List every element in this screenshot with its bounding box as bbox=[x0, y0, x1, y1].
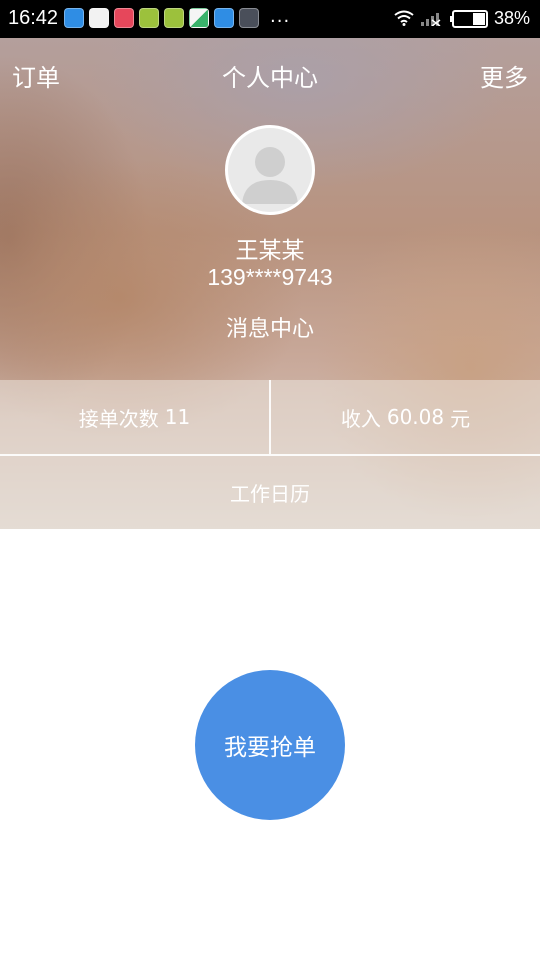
income-cell[interactable]: 收入 60.08 元 bbox=[271, 380, 540, 454]
work-calendar-button[interactable]: 工作日历 bbox=[0, 456, 540, 529]
work-calendar-label: 工作日历 bbox=[230, 482, 310, 506]
user-placeholder-icon bbox=[242, 147, 298, 204]
income-label: 收入 bbox=[340, 406, 381, 431]
book-icon bbox=[139, 8, 159, 28]
stats-row: 接单次数 11 收入 60.08 元 bbox=[0, 380, 540, 454]
app-store-icon bbox=[64, 8, 84, 28]
orders-button[interactable]: 订单 bbox=[12, 58, 60, 93]
page-title: 个人中心 bbox=[222, 64, 318, 92]
battery-icon bbox=[450, 10, 488, 28]
orders-count-label: 接单次数 bbox=[78, 406, 159, 431]
message-center-link[interactable]: 消息中心 bbox=[0, 311, 540, 343]
weibo-icon bbox=[114, 8, 134, 28]
more-button[interactable]: 更多 bbox=[480, 58, 528, 93]
status-time: 16:42 bbox=[8, 7, 59, 29]
youku-icon bbox=[89, 8, 109, 28]
wifi-icon bbox=[394, 10, 414, 26]
battery-percentage: 38% bbox=[494, 8, 531, 28]
income-unit: 元 bbox=[450, 406, 471, 431]
notification-overflow: ... bbox=[270, 6, 291, 27]
grab-order-button[interactable]: 我要抢单 bbox=[195, 670, 345, 820]
username: 王某某 bbox=[235, 238, 305, 264]
signal-icon bbox=[421, 13, 441, 26]
gallery-icon bbox=[239, 8, 259, 28]
grab-order-label: 我要抢单 bbox=[224, 735, 316, 761]
orders-count-cell[interactable]: 接单次数 11 bbox=[0, 380, 269, 454]
avatar[interactable] bbox=[225, 125, 315, 215]
photo-app-icon bbox=[189, 8, 209, 28]
notification-icons bbox=[64, 8, 259, 28]
orders-count-value: 11 bbox=[164, 405, 191, 429]
book-icon bbox=[164, 8, 184, 28]
app-store-icon bbox=[214, 8, 234, 28]
phone-number: 139****9743 bbox=[207, 264, 333, 290]
profile-header: 个人中心 订单 更多 王某某 139****9743 消息中心 接单次数 11 … bbox=[0, 38, 540, 529]
income-value: 60.08 bbox=[386, 405, 445, 429]
status-bar: 16:42 ... 38% bbox=[0, 0, 540, 38]
